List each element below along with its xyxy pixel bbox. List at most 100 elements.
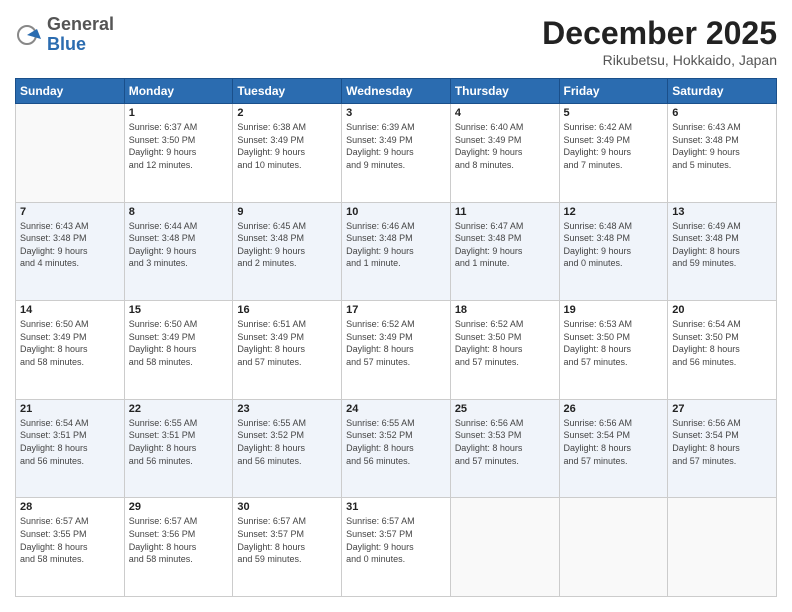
calendar-cell: 7 Sunrise: 6:43 AMSunset: 3:48 PMDaylight… (16, 202, 125, 301)
day-number: 16 (237, 304, 337, 316)
day-info-line: and 3 minutes. (129, 257, 229, 270)
calendar-header-row: Sunday Monday Tuesday Wednesday Thursday… (16, 79, 777, 104)
day-number: 29 (129, 501, 229, 513)
day-info-line: and 58 minutes. (129, 356, 229, 369)
calendar-table: Sunday Monday Tuesday Wednesday Thursday… (15, 78, 777, 597)
day-info-line: Daylight: 9 hours (237, 245, 337, 258)
day-number: 10 (346, 206, 446, 218)
day-info-line: Sunset: 3:50 PM (129, 134, 229, 147)
day-info-line: Sunset: 3:48 PM (564, 232, 664, 245)
day-info-line: Daylight: 8 hours (346, 343, 446, 356)
day-number: 6 (672, 107, 772, 119)
day-info-line: Sunset: 3:48 PM (20, 232, 120, 245)
day-info-line: Sunrise: 6:47 AM (455, 220, 555, 233)
day-info-line: Sunrise: 6:54 AM (672, 318, 772, 331)
calendar-cell: 26Sunrise: 6:56 AMSunset: 3:54 PMDayligh… (559, 399, 668, 498)
calendar-cell: 28Sunrise: 6:57 AMSunset: 3:55 PMDayligh… (16, 498, 125, 597)
day-info-line: Sunrise: 6:40 AM (455, 121, 555, 134)
day-info-line: Daylight: 8 hours (237, 442, 337, 455)
day-info-line: Daylight: 8 hours (672, 245, 772, 258)
day-info-line: Sunrise: 6:57 AM (237, 515, 337, 528)
col-tuesday: Tuesday (233, 79, 342, 104)
day-info-line: and 7 minutes. (564, 159, 664, 172)
day-info-line: Sunset: 3:51 PM (129, 429, 229, 442)
calendar-cell: 20Sunrise: 6:54 AMSunset: 3:50 PMDayligh… (668, 301, 777, 400)
calendar-cell: 14 Sunrise: 6:50 AMSunset: 3:49 PMDayligh… (16, 301, 125, 400)
page: General Blue December 2025 Rikubetsu, Ho… (0, 0, 792, 612)
day-info-line: and 57 minutes. (455, 455, 555, 468)
day-info-line: Sunset: 3:49 PM (237, 134, 337, 147)
day-number: 21 (20, 403, 120, 415)
day-info-line: Daylight: 8 hours (672, 442, 772, 455)
day-info-line: Sunrise: 6:57 AM (129, 515, 229, 528)
day-info-line: and 59 minutes. (237, 553, 337, 566)
calendar-cell: 6Sunrise: 6:43 AMSunset: 3:48 PMDaylight… (668, 104, 777, 203)
day-number: 22 (129, 403, 229, 415)
calendar-cell: 22Sunrise: 6:55 AMSunset: 3:51 PMDayligh… (124, 399, 233, 498)
day-info-line: Sunrise: 6:50 AM (20, 318, 120, 331)
day-info-line: Sunrise: 6:55 AM (237, 417, 337, 430)
day-info-line: and 57 minutes. (346, 356, 446, 369)
day-info-line: Daylight: 8 hours (129, 343, 229, 356)
day-info-line: Sunrise: 6:52 AM (346, 318, 446, 331)
day-info-line: and 59 minutes. (672, 257, 772, 270)
day-info-line: Daylight: 9 hours (346, 146, 446, 159)
day-info-line: Sunset: 3:48 PM (672, 232, 772, 245)
day-info-line: Daylight: 8 hours (129, 541, 229, 554)
day-number: 24 (346, 403, 446, 415)
calendar-cell: 24Sunrise: 6:55 AMSunset: 3:52 PMDayligh… (342, 399, 451, 498)
calendar-cell: 31Sunrise: 6:57 AMSunset: 3:57 PMDayligh… (342, 498, 451, 597)
day-info-line: Daylight: 8 hours (455, 343, 555, 356)
day-info-line: Sunset: 3:50 PM (564, 331, 664, 344)
day-info-line: Daylight: 9 hours (455, 245, 555, 258)
day-info-line: Daylight: 9 hours (20, 245, 120, 258)
day-info-line: Sunset: 3:49 PM (129, 331, 229, 344)
day-info-line: and 57 minutes. (564, 455, 664, 468)
day-number: 31 (346, 501, 446, 513)
day-info-line: Sunset: 3:54 PM (672, 429, 772, 442)
day-number: 14 (20, 304, 120, 316)
day-info-line: Daylight: 8 hours (237, 541, 337, 554)
day-number: 18 (455, 304, 555, 316)
day-info-line: Sunset: 3:48 PM (237, 232, 337, 245)
day-info-line: Sunrise: 6:38 AM (237, 121, 337, 134)
day-number: 30 (237, 501, 337, 513)
calendar-week-row: 21Sunrise: 6:54 AMSunset: 3:51 PMDayligh… (16, 399, 777, 498)
day-info-line: Sunset: 3:50 PM (672, 331, 772, 344)
day-info-line: and 58 minutes. (20, 356, 120, 369)
day-info-line: Daylight: 9 hours (346, 245, 446, 258)
day-info-line: Daylight: 9 hours (672, 146, 772, 159)
day-number: 5 (564, 107, 664, 119)
day-info-line: Sunset: 3:49 PM (346, 134, 446, 147)
day-info-line: Sunset: 3:49 PM (564, 134, 664, 147)
location-text: Rikubetsu, Hokkaido, Japan (542, 52, 777, 68)
day-info-line: Sunrise: 6:53 AM (564, 318, 664, 331)
calendar-cell: 18Sunrise: 6:52 AMSunset: 3:50 PMDayligh… (450, 301, 559, 400)
day-info-line: and 58 minutes. (20, 553, 120, 566)
day-number: 26 (564, 403, 664, 415)
day-info-line: Sunset: 3:49 PM (455, 134, 555, 147)
day-info-line: Daylight: 8 hours (564, 442, 664, 455)
day-info-line: Sunrise: 6:43 AM (20, 220, 120, 233)
day-number: 27 (672, 403, 772, 415)
day-info-line: Sunrise: 6:51 AM (237, 318, 337, 331)
day-info-line: Daylight: 8 hours (237, 343, 337, 356)
day-number: 7 (20, 206, 120, 218)
day-info-line: and 1 minute. (455, 257, 555, 270)
calendar-cell: 2Sunrise: 6:38 AMSunset: 3:49 PMDaylight… (233, 104, 342, 203)
col-saturday: Saturday (668, 79, 777, 104)
day-info-line: Daylight: 8 hours (20, 343, 120, 356)
day-info-line: Sunrise: 6:42 AM (564, 121, 664, 134)
day-info-line: Sunset: 3:49 PM (20, 331, 120, 344)
day-info-line: Sunrise: 6:55 AM (129, 417, 229, 430)
day-info-line: and 57 minutes. (455, 356, 555, 369)
day-info-line: Sunset: 3:51 PM (20, 429, 120, 442)
day-info-line: and 56 minutes. (346, 455, 446, 468)
month-title: December 2025 (542, 15, 777, 52)
calendar-cell (16, 104, 125, 203)
calendar-cell (450, 498, 559, 597)
day-number: 1 (129, 107, 229, 119)
day-info-line: Sunset: 3:48 PM (346, 232, 446, 245)
day-number: 9 (237, 206, 337, 218)
day-info-line: Sunrise: 6:52 AM (455, 318, 555, 331)
